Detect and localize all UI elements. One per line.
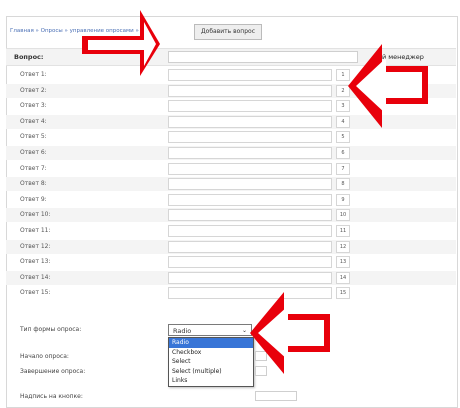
- answer-input[interactable]: [168, 115, 332, 128]
- answer-row: Ответ 11: 11: [6, 224, 456, 238]
- answer-row: Ответ 10: 10: [6, 208, 456, 223]
- option-links[interactable]: Links: [169, 376, 253, 386]
- answer-input[interactable]: [168, 256, 332, 269]
- answer-input[interactable]: [168, 84, 332, 97]
- answer-row: Ответ 9: 9: [6, 193, 456, 207]
- answer-label: Ответ 9:: [20, 195, 47, 203]
- answer-row: Ответ 8: 8: [6, 177, 456, 192]
- answer-order-field[interactable]: 5: [336, 131, 350, 144]
- answer-row: Ответ 7: 7: [6, 162, 456, 176]
- answer-row: Ответ 14: 14: [6, 270, 456, 285]
- answer-order-field[interactable]: 9: [336, 193, 350, 206]
- form-type-dropdown[interactable]: Radio Checkbox Select Select (multiple) …: [168, 337, 254, 387]
- start-label: Начало опроса:: [20, 353, 69, 360]
- answer-input[interactable]: [168, 209, 332, 222]
- answer-label: Ответ 5:: [20, 133, 47, 141]
- answer-input[interactable]: [168, 225, 332, 237]
- question-input[interactable]: [168, 51, 358, 63]
- answer-order-field[interactable]: 14: [336, 271, 350, 284]
- answer-label: Ответ 11:: [20, 227, 51, 234]
- answer-label: Ответ 4:: [20, 117, 47, 125]
- answer-order-field[interactable]: 13: [336, 256, 350, 269]
- caption-label: Надпись на кнопке:: [20, 393, 83, 400]
- answer-order-field[interactable]: 12: [336, 240, 350, 253]
- answer-label: Ответ 10:: [20, 211, 51, 219]
- answer-input[interactable]: [168, 69, 332, 81]
- answer-order-field[interactable]: 7: [336, 162, 350, 175]
- right-arrow-top-icon: [348, 44, 428, 128]
- answer-label: Ответ 12:: [20, 242, 51, 250]
- answer-order-field[interactable]: 8: [336, 178, 350, 191]
- answer-order-field[interactable]: 6: [336, 147, 350, 159]
- answer-row: Ответ 6: 6: [6, 146, 456, 160]
- answer-order-field[interactable]: 11: [336, 225, 350, 237]
- answer-label: Ответ 13:: [20, 258, 51, 266]
- option-radio[interactable]: Radio: [169, 338, 253, 348]
- answer-row: Ответ 15: 15: [6, 286, 456, 300]
- answer-input[interactable]: [168, 178, 332, 191]
- question-label: Вопрос:: [14, 53, 44, 61]
- answer-input[interactable]: [168, 100, 332, 113]
- chevron-down-icon: ⌄: [241, 327, 247, 334]
- answer-label: Ответ 3:: [20, 102, 47, 110]
- answer-label: Ответ 8:: [20, 180, 47, 188]
- option-select[interactable]: Select: [169, 357, 253, 367]
- answer-input[interactable]: [168, 193, 332, 206]
- answer-row: Ответ 5: 5: [6, 130, 456, 144]
- answer-order-field[interactable]: 10: [336, 209, 350, 222]
- add-question-button[interactable]: Добавить вопрос: [194, 24, 262, 40]
- form-type-label: Тип формы опроса:: [20, 326, 82, 333]
- answer-label: Ответ 6:: [20, 149, 47, 156]
- answer-input[interactable]: [168, 147, 332, 159]
- answer-label: Ответ 1:: [20, 71, 47, 78]
- option-select-multiple[interactable]: Select (multiple): [169, 367, 253, 377]
- end-label: Завершение опроса:: [20, 368, 86, 375]
- answer-row: Ответ 13: 13: [6, 255, 456, 269]
- left-pointing-arrow-icon: [82, 10, 160, 76]
- answer-order-field[interactable]: 15: [336, 287, 350, 300]
- answer-input[interactable]: [168, 131, 332, 144]
- form-type-selected: Radio: [173, 327, 192, 335]
- answer-label: Ответ 7:: [20, 164, 47, 172]
- answer-label: Ответ 14:: [20, 273, 51, 281]
- answer-input[interactable]: [168, 240, 332, 253]
- form-type-select[interactable]: Radio ⌄: [168, 324, 252, 336]
- answer-label: Ответ 2:: [20, 86, 47, 94]
- answer-input[interactable]: [168, 162, 332, 175]
- answer-label: Ответ 15:: [20, 289, 51, 297]
- caption-field[interactable]: [255, 391, 297, 401]
- answer-input[interactable]: [168, 271, 332, 284]
- option-checkbox[interactable]: Checkbox: [169, 348, 253, 358]
- right-arrow-bottom-icon: [250, 292, 330, 374]
- answer-row: Ответ 12: 12: [6, 239, 456, 254]
